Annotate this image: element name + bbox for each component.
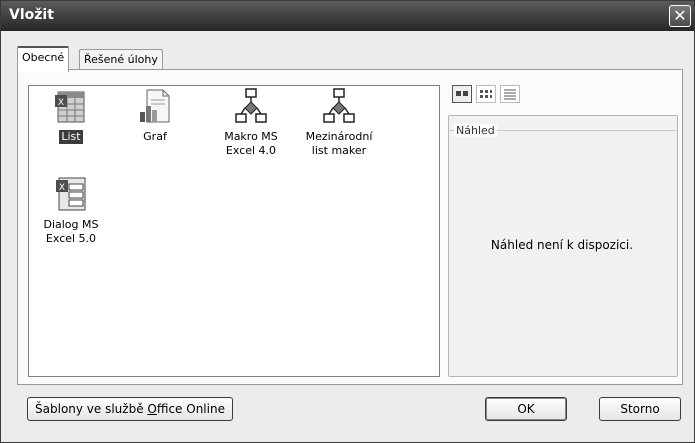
title-bar[interactable]: Vložit ✕: [1, 1, 694, 31]
list-item-worksheet[interactable]: X List: [29, 86, 113, 144]
chart-icon: [140, 89, 170, 123]
item-label: List: [59, 130, 83, 144]
svg-text:X: X: [59, 183, 65, 193]
office-online-templates-button[interactable]: Šablony ve službě Office Online: [27, 397, 233, 421]
list-item-macro-excel4[interactable]: Makro MS Excel 4.0: [209, 86, 293, 158]
large-icons-view-button[interactable]: [452, 85, 472, 103]
list-view-icon: [480, 90, 492, 98]
macro-icon: [235, 88, 267, 123]
item-label: Makro MS Excel 4.0: [224, 130, 278, 157]
cancel-button[interactable]: Storno: [599, 397, 681, 421]
dialog-sheet-icon: X: [56, 177, 86, 211]
preview-empty-text: Náhled není k dispozici.: [490, 238, 634, 252]
tab-general[interactable]: Obecné: [17, 46, 70, 72]
worksheet-icon: X: [55, 91, 85, 123]
list-item-dialog-excel5[interactable]: X Dialog MS Excel 5.0: [29, 174, 113, 246]
templates-label-prefix: Šablony ve službě: [35, 402, 148, 416]
preview-legend: Náhled: [454, 124, 497, 137]
list-view-button[interactable]: [476, 85, 496, 103]
item-label: Dialog MS Excel 5.0: [43, 218, 99, 245]
tab-solved-tasks[interactable]: Řešené úlohy: [79, 49, 163, 70]
close-icon: ✕: [673, 6, 687, 25]
item-label: Graf: [143, 130, 167, 143]
details-view-button[interactable]: [500, 85, 520, 103]
templates-label-accelerator: O: [147, 402, 157, 416]
close-button[interactable]: ✕: [669, 5, 691, 27]
item-label: Mezinárodní list maker: [305, 130, 373, 157]
macro-icon: [323, 88, 355, 123]
large-icons-view-icon: [456, 91, 468, 96]
window-title: Vložit: [9, 7, 54, 23]
details-view-icon: [504, 89, 516, 100]
insert-dialog: Vložit ✕ Obecné Řešené úlohy X List Graf…: [0, 0, 695, 443]
tab-panel: X List Graf Makro MS Excel 4.0 Mezinárod…: [17, 69, 683, 385]
list-item-international-macro[interactable]: Mezinárodní list maker: [297, 86, 381, 158]
template-list[interactable]: X List Graf Makro MS Excel 4.0 Mezinárod…: [28, 85, 440, 377]
list-item-chart[interactable]: Graf: [113, 86, 197, 144]
ok-button[interactable]: OK: [485, 397, 567, 421]
svg-text:X: X: [58, 98, 64, 108]
templates-label-suffix: ffice Online: [156, 402, 225, 416]
